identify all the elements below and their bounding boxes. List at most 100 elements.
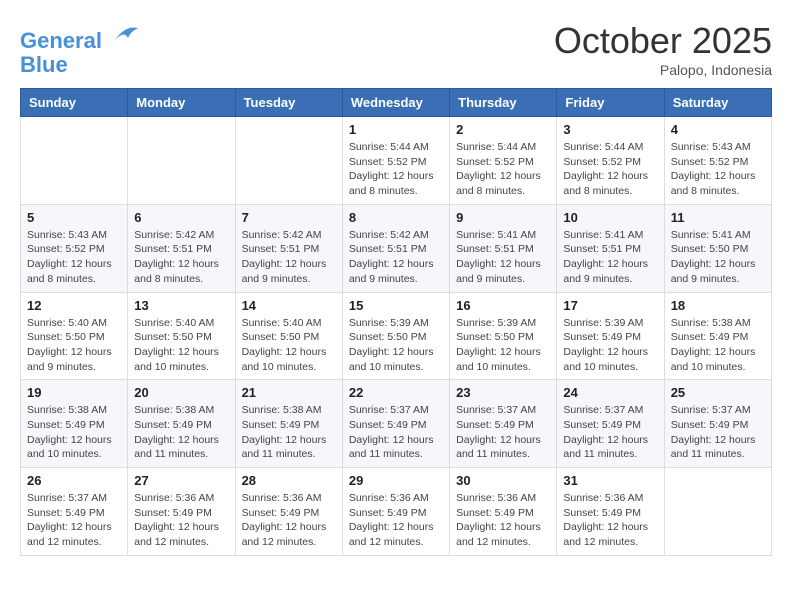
day-info: Sunrise: 5:39 AMSunset: 5:50 PMDaylight:… xyxy=(349,316,443,375)
day-info: Sunrise: 5:36 AMSunset: 5:49 PMDaylight:… xyxy=(349,491,443,550)
day-number: 2 xyxy=(456,122,550,137)
calendar-cell: 19Sunrise: 5:38 AMSunset: 5:49 PMDayligh… xyxy=(21,380,128,468)
col-header-saturday: Saturday xyxy=(664,89,771,117)
day-info: Sunrise: 5:44 AMSunset: 5:52 PMDaylight:… xyxy=(563,140,657,199)
day-number: 14 xyxy=(242,298,336,313)
day-info: Sunrise: 5:37 AMSunset: 5:49 PMDaylight:… xyxy=(27,491,121,550)
calendar-cell xyxy=(21,117,128,205)
day-number: 23 xyxy=(456,385,550,400)
day-info: Sunrise: 5:39 AMSunset: 5:50 PMDaylight:… xyxy=(456,316,550,375)
day-info: Sunrise: 5:42 AMSunset: 5:51 PMDaylight:… xyxy=(349,228,443,287)
day-info: Sunrise: 5:38 AMSunset: 5:49 PMDaylight:… xyxy=(27,403,121,462)
calendar-week-row: 19Sunrise: 5:38 AMSunset: 5:49 PMDayligh… xyxy=(21,380,772,468)
day-info: Sunrise: 5:41 AMSunset: 5:50 PMDaylight:… xyxy=(671,228,765,287)
day-info: Sunrise: 5:41 AMSunset: 5:51 PMDaylight:… xyxy=(456,228,550,287)
logo: General Blue xyxy=(20,20,140,77)
day-info: Sunrise: 5:40 AMSunset: 5:50 PMDaylight:… xyxy=(134,316,228,375)
calendar-cell: 22Sunrise: 5:37 AMSunset: 5:49 PMDayligh… xyxy=(342,380,449,468)
day-info: Sunrise: 5:37 AMSunset: 5:49 PMDaylight:… xyxy=(671,403,765,462)
logo-bird-icon xyxy=(110,20,140,48)
day-number: 9 xyxy=(456,210,550,225)
day-number: 16 xyxy=(456,298,550,313)
page-header: General Blue October 2025 Palopo, Indone… xyxy=(20,20,772,78)
day-number: 3 xyxy=(563,122,657,137)
day-number: 13 xyxy=(134,298,228,313)
calendar-cell: 3 Sunrise: 5:44 AMSunset: 5:52 PMDaylight… xyxy=(557,117,664,205)
day-number: 31 xyxy=(563,473,657,488)
day-info: Sunrise: 5:42 AMSunset: 5:51 PMDaylight:… xyxy=(242,228,336,287)
location-subtitle: Palopo, Indonesia xyxy=(554,62,772,78)
calendar-cell: 6Sunrise: 5:42 AMSunset: 5:51 PMDaylight… xyxy=(128,204,235,292)
calendar-cell: 29 Sunrise: 5:36 AMSunset: 5:49 PMDayligh… xyxy=(342,468,449,556)
calendar-cell: 5 Sunrise: 5:43 AMSunset: 5:52 PMDaylight… xyxy=(21,204,128,292)
day-number: 10 xyxy=(563,210,657,225)
calendar-cell: 26 Sunrise: 5:37 AMSunset: 5:49 PMDayligh… xyxy=(21,468,128,556)
calendar-cell: 11 Sunrise: 5:41 AMSunset: 5:50 PMDayligh… xyxy=(664,204,771,292)
col-header-sunday: Sunday xyxy=(21,89,128,117)
day-info: Sunrise: 5:42 AMSunset: 5:51 PMDaylight:… xyxy=(134,228,228,287)
calendar-cell: 13 Sunrise: 5:40 AMSunset: 5:50 PMDayligh… xyxy=(128,292,235,380)
calendar-cell: 16 Sunrise: 5:39 AMSunset: 5:50 PMDayligh… xyxy=(450,292,557,380)
calendar-week-row: 12 Sunrise: 5:40 AMSunset: 5:50 PMDayligh… xyxy=(21,292,772,380)
day-info: Sunrise: 5:36 AMSunset: 5:49 PMDaylight:… xyxy=(456,491,550,550)
day-number: 18 xyxy=(671,298,765,313)
day-number: 1 xyxy=(349,122,443,137)
day-number: 25 xyxy=(671,385,765,400)
day-info: Sunrise: 5:36 AMSunset: 5:49 PMDaylight:… xyxy=(563,491,657,550)
calendar-cell: 24 Sunrise: 5:37 AMSunset: 5:49 PMDayligh… xyxy=(557,380,664,468)
day-number: 22 xyxy=(349,385,443,400)
month-title: October 2025 xyxy=(554,20,772,62)
day-number: 27 xyxy=(134,473,228,488)
col-header-friday: Friday xyxy=(557,89,664,117)
col-header-thursday: Thursday xyxy=(450,89,557,117)
calendar-cell: 20Sunrise: 5:38 AMSunset: 5:49 PMDayligh… xyxy=(128,380,235,468)
calendar-cell: 12 Sunrise: 5:40 AMSunset: 5:50 PMDayligh… xyxy=(21,292,128,380)
day-info: Sunrise: 5:43 AMSunset: 5:52 PMDaylight:… xyxy=(671,140,765,199)
day-info: Sunrise: 5:43 AMSunset: 5:52 PMDaylight:… xyxy=(27,228,121,287)
col-header-monday: Monday xyxy=(128,89,235,117)
calendar-cell: 2Sunrise: 5:44 AMSunset: 5:52 PMDaylight… xyxy=(450,117,557,205)
day-number: 15 xyxy=(349,298,443,313)
calendar-cell: 23 Sunrise: 5:37 AMSunset: 5:49 PMDayligh… xyxy=(450,380,557,468)
calendar-cell: 4 Sunrise: 5:43 AMSunset: 5:52 PMDaylight… xyxy=(664,117,771,205)
day-number: 24 xyxy=(563,385,657,400)
calendar-cell xyxy=(128,117,235,205)
day-info: Sunrise: 5:37 AMSunset: 5:49 PMDaylight:… xyxy=(563,403,657,462)
day-info: Sunrise: 5:36 AMSunset: 5:49 PMDaylight:… xyxy=(242,491,336,550)
day-number: 28 xyxy=(242,473,336,488)
calendar-cell: 18 Sunrise: 5:38 AMSunset: 5:49 PMDayligh… xyxy=(664,292,771,380)
day-info: Sunrise: 5:44 AMSunset: 5:52 PMDaylight:… xyxy=(349,140,443,199)
day-number: 26 xyxy=(27,473,121,488)
day-number: 29 xyxy=(349,473,443,488)
calendar-cell: 10Sunrise: 5:41 AMSunset: 5:51 PMDayligh… xyxy=(557,204,664,292)
day-number: 5 xyxy=(27,210,121,225)
day-info: Sunrise: 5:39 AMSunset: 5:49 PMDaylight:… xyxy=(563,316,657,375)
calendar-cell: 30 Sunrise: 5:36 AMSunset: 5:49 PMDayligh… xyxy=(450,468,557,556)
logo-general: General xyxy=(20,28,102,53)
day-info: Sunrise: 5:38 AMSunset: 5:49 PMDaylight:… xyxy=(671,316,765,375)
day-number: 7 xyxy=(242,210,336,225)
day-info: Sunrise: 5:40 AMSunset: 5:50 PMDaylight:… xyxy=(242,316,336,375)
title-block: October 2025 Palopo, Indonesia xyxy=(554,20,772,78)
calendar-header-row: SundayMondayTuesdayWednesdayThursdayFrid… xyxy=(21,89,772,117)
calendar-cell: 14 Sunrise: 5:40 AMSunset: 5:50 PMDayligh… xyxy=(235,292,342,380)
day-info: Sunrise: 5:40 AMSunset: 5:50 PMDaylight:… xyxy=(27,316,121,375)
calendar-table: SundayMondayTuesdayWednesdayThursdayFrid… xyxy=(20,88,772,556)
calendar-cell: 21Sunrise: 5:38 AMSunset: 5:49 PMDayligh… xyxy=(235,380,342,468)
day-number: 30 xyxy=(456,473,550,488)
calendar-week-row: 5 Sunrise: 5:43 AMSunset: 5:52 PMDaylight… xyxy=(21,204,772,292)
calendar-week-row: 1 Sunrise: 5:44 AMSunset: 5:52 PMDaylight… xyxy=(21,117,772,205)
day-info: Sunrise: 5:37 AMSunset: 5:49 PMDaylight:… xyxy=(456,403,550,462)
calendar-cell: 25 Sunrise: 5:37 AMSunset: 5:49 PMDayligh… xyxy=(664,380,771,468)
day-number: 12 xyxy=(27,298,121,313)
day-number: 4 xyxy=(671,122,765,137)
calendar-cell: 9 Sunrise: 5:41 AMSunset: 5:51 PMDaylight… xyxy=(450,204,557,292)
day-number: 11 xyxy=(671,210,765,225)
col-header-wednesday: Wednesday xyxy=(342,89,449,117)
calendar-cell: 15 Sunrise: 5:39 AMSunset: 5:50 PMDayligh… xyxy=(342,292,449,380)
calendar-cell: 1 Sunrise: 5:44 AMSunset: 5:52 PMDaylight… xyxy=(342,117,449,205)
calendar-week-row: 26 Sunrise: 5:37 AMSunset: 5:49 PMDayligh… xyxy=(21,468,772,556)
logo-blue: Blue xyxy=(20,52,68,77)
day-info: Sunrise: 5:38 AMSunset: 5:49 PMDaylight:… xyxy=(242,403,336,462)
calendar-cell: 27Sunrise: 5:36 AMSunset: 5:49 PMDayligh… xyxy=(128,468,235,556)
